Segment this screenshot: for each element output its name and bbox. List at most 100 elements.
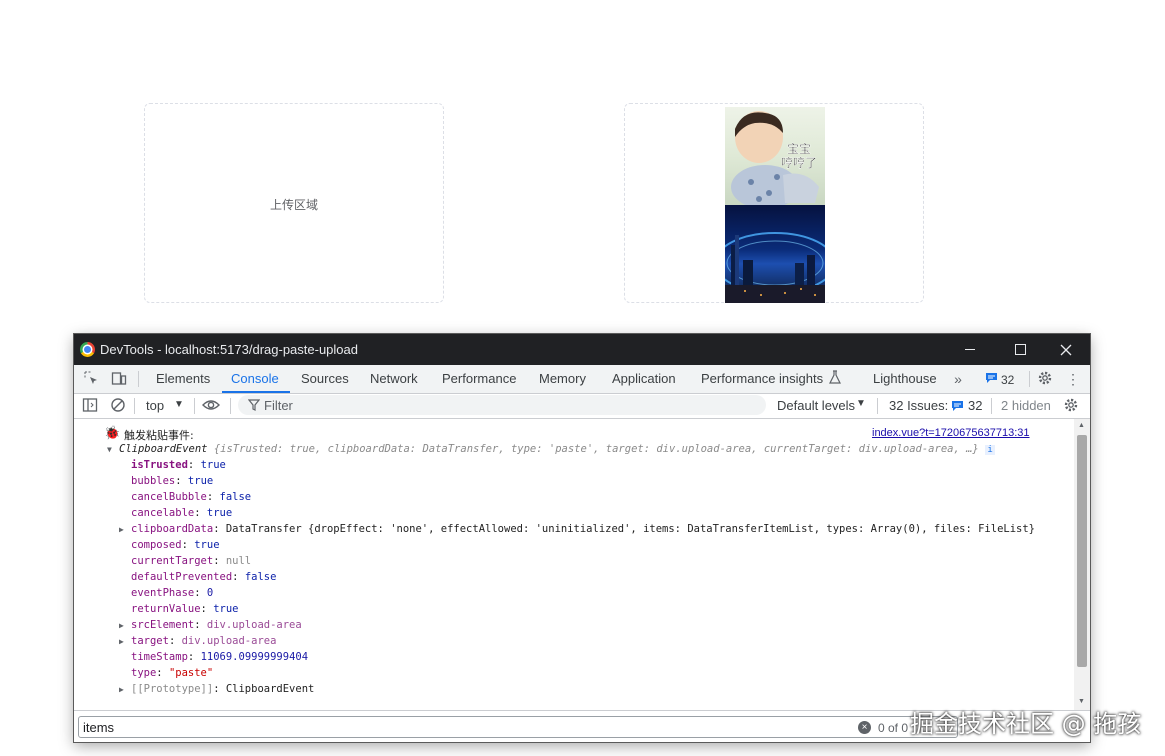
prop-row[interactable]: clipboardData: DataTransfer {dropEffect:… bbox=[131, 523, 1035, 535]
tab-performance[interactable]: Performance bbox=[442, 371, 516, 386]
scroll-up-icon[interactable]: ▲ bbox=[1078, 422, 1085, 429]
prop-value: true bbox=[206, 507, 233, 519]
info-badge-icon: i bbox=[985, 445, 996, 455]
prop-value: div.upload-area bbox=[206, 619, 302, 631]
prop-row[interactable]: returnValue: true bbox=[131, 603, 239, 615]
prop-value: ClipboardEvent bbox=[225, 683, 315, 695]
tab-elements[interactable]: Elements bbox=[156, 371, 210, 386]
event-summary[interactable]: ClipboardEvent {isTrusted: true, clipboa… bbox=[119, 443, 996, 455]
expand-triangle-icon[interactable]: ▶ bbox=[119, 685, 124, 694]
tab-memory[interactable]: Memory bbox=[539, 371, 586, 386]
prop-key: returnValue bbox=[131, 603, 201, 615]
preview-image-baby: 宝宝 哼哼了 bbox=[725, 107, 825, 205]
expand-triangle-icon[interactable]: ▶ bbox=[119, 525, 124, 534]
live-expression-eye-icon[interactable] bbox=[202, 397, 220, 415]
message-icon bbox=[984, 370, 998, 388]
tab-lighthouse[interactable]: Lighthouse bbox=[873, 371, 937, 386]
event-class-name: ClipboardEvent bbox=[119, 443, 208, 455]
device-toolbar-icon[interactable] bbox=[110, 370, 128, 388]
minimize-button[interactable] bbox=[947, 334, 993, 365]
prop-key: cancelBubble bbox=[131, 491, 207, 503]
close-button[interactable] bbox=[1043, 334, 1089, 365]
minimize-icon bbox=[965, 349, 975, 350]
expand-triangle-icon[interactable]: ▶ bbox=[119, 637, 124, 646]
inspect-element-icon[interactable] bbox=[82, 370, 100, 388]
maximize-button[interactable] bbox=[997, 334, 1043, 365]
search-match-count: 0 of 0 bbox=[878, 721, 909, 735]
tab-performance-insights[interactable]: Performance insights bbox=[701, 371, 823, 386]
expand-triangle-icon[interactable]: ▶ bbox=[119, 621, 124, 630]
devtools-titlebar[interactable]: DevTools - localhost:5173/drag-paste-upl… bbox=[74, 334, 1090, 365]
issues-badge-count[interactable]: 32 bbox=[1001, 373, 1014, 387]
issues-count[interactable]: 32 bbox=[968, 398, 982, 413]
expand-triangle-icon[interactable]: ▼ bbox=[107, 445, 112, 454]
issues-message-icon bbox=[950, 398, 964, 416]
prop-row[interactable]: composed: true bbox=[131, 539, 220, 551]
prop-row[interactable]: cancelBubble: false bbox=[131, 491, 251, 503]
prop-key: clipboardData bbox=[131, 523, 214, 535]
tab-application[interactable]: Application bbox=[612, 371, 676, 386]
source-link[interactable]: index.vue?t=1720675637713:31 bbox=[872, 427, 1030, 439]
levels-dropdown-icon[interactable]: ▼ bbox=[856, 398, 866, 409]
scroll-thumb[interactable] bbox=[1077, 435, 1087, 667]
watermark: 掘金技术社区 @ 拖孩 bbox=[910, 710, 1142, 738]
prop-value: true bbox=[213, 603, 239, 615]
clear-console-icon[interactable] bbox=[109, 397, 127, 415]
prop-row[interactable]: type: "paste" bbox=[131, 667, 213, 679]
filter-input[interactable]: Filter bbox=[238, 395, 766, 415]
context-selector[interactable]: top bbox=[146, 398, 164, 413]
tab-network[interactable]: Network bbox=[370, 371, 418, 386]
log-label: 触发粘贴事件: bbox=[124, 429, 194, 442]
prop-row[interactable]: [[Prototype]]: ClipboardEvent bbox=[131, 683, 314, 695]
prop-value: 11069.09999999404 bbox=[200, 651, 309, 663]
context-dropdown-icon[interactable]: ▼ bbox=[174, 399, 184, 410]
prop-key: composed bbox=[131, 539, 182, 551]
prop-row[interactable]: isTrusted: true bbox=[131, 459, 226, 471]
prop-row[interactable]: currentTarget: null bbox=[131, 555, 251, 567]
devtools-tabbar: Elements Console Sources Network Perform… bbox=[74, 365, 1090, 394]
console-scrollbar[interactable]: ▲ ▼ bbox=[1074, 419, 1090, 710]
log-levels-dropdown[interactable]: Default levels bbox=[777, 398, 855, 413]
prop-row[interactable]: defaultPrevented: false bbox=[131, 571, 276, 583]
prop-row[interactable]: timeStamp: 11069.09999999404 bbox=[131, 651, 308, 663]
prop-value: div.upload-area bbox=[181, 635, 277, 647]
search-input[interactable] bbox=[78, 716, 958, 738]
upload-area-right[interactable]: 宝宝 哼哼了 bbox=[624, 103, 924, 303]
console-toolbar: top ▼ Filter Default levels ▼ 32 Issues:… bbox=[74, 394, 1090, 419]
prop-value: true bbox=[187, 475, 214, 487]
prop-key: bubbles bbox=[131, 475, 176, 487]
upload-hint: 上传区域 bbox=[269, 198, 318, 212]
kebab-menu-icon[interactable]: ⋮ bbox=[1064, 370, 1082, 388]
console-output: 🐞 触发粘贴事件: index.vue?t=1720675637713:31 ▼… bbox=[74, 419, 1074, 710]
prop-key: cancelable bbox=[131, 507, 195, 519]
tab-console[interactable]: Console bbox=[231, 371, 279, 386]
prop-row[interactable]: eventPhase: 0 bbox=[131, 587, 213, 599]
chrome-icon bbox=[80, 342, 95, 357]
more-tabs-icon[interactable]: » bbox=[949, 370, 967, 388]
prop-value: true bbox=[194, 539, 220, 551]
clear-search-icon[interactable]: × bbox=[858, 721, 871, 734]
issues-label[interactable]: 32 Issues: bbox=[889, 398, 948, 413]
prop-key: eventPhase bbox=[131, 587, 195, 599]
prop-key: isTrusted bbox=[131, 459, 188, 471]
devtools-window: DevTools - localhost:5173/drag-paste-upl… bbox=[74, 334, 1090, 742]
window-title: DevTools - localhost:5173/drag-paste-upl… bbox=[100, 342, 358, 357]
prop-row[interactable]: target: div.upload-area bbox=[131, 635, 276, 647]
prop-row[interactable]: cancelable: true bbox=[131, 507, 232, 519]
svg-text:哼哼了: 哼哼了 bbox=[781, 155, 817, 170]
settings-gear-icon[interactable] bbox=[1036, 370, 1054, 388]
prop-value: false bbox=[244, 571, 277, 583]
prop-value: DataTransfer {dropEffect: 'none', effect… bbox=[225, 523, 1035, 535]
hidden-count: 2 hidden bbox=[1001, 398, 1051, 413]
console-settings-gear-icon[interactable] bbox=[1062, 397, 1080, 415]
prop-row[interactable]: bubbles: true bbox=[131, 475, 213, 487]
upload-area-left[interactable]: 上传区域 bbox=[144, 103, 444, 303]
close-icon bbox=[1060, 344, 1072, 355]
bug-emoji-icon: 🐞 bbox=[104, 426, 121, 441]
active-tab-indicator bbox=[222, 391, 290, 393]
prop-value: 0 bbox=[206, 587, 214, 599]
tab-sources[interactable]: Sources bbox=[301, 371, 349, 386]
sidebar-toggle-icon[interactable] bbox=[81, 397, 99, 415]
prop-row[interactable]: srcElement: div.upload-area bbox=[131, 619, 302, 631]
prop-key: currentTarget bbox=[131, 555, 214, 567]
